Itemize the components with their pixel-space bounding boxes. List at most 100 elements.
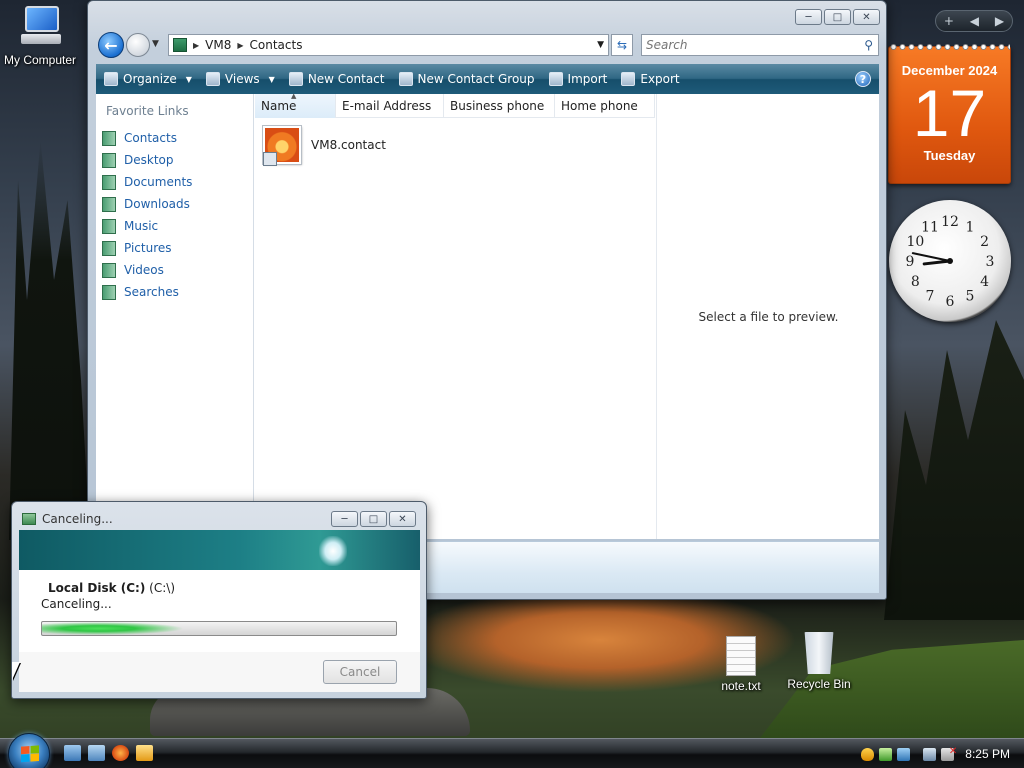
search-box[interactable]: ⚲ (641, 34, 879, 56)
address-dropdown-icon[interactable]: ▼ (597, 40, 604, 50)
start-button[interactable] (8, 733, 50, 768)
breadcrumb-separator-icon[interactable]: ▶ (237, 41, 243, 50)
desktop-icon-my-computer[interactable]: My Computer (0, 4, 80, 67)
close-button[interactable]: ✕ (389, 511, 416, 527)
favorite-link-label: Downloads (124, 197, 190, 211)
documents-folder-icon (102, 174, 116, 190)
media-player-icon[interactable] (136, 745, 153, 761)
export-button[interactable]: Export (621, 72, 680, 86)
clock-numeral: 7 (926, 289, 935, 305)
breadcrumb-vm8[interactable]: VM8 (205, 38, 231, 52)
network-icon[interactable] (923, 747, 937, 761)
downloads-folder-icon (102, 196, 116, 212)
clock-center-pin (947, 258, 953, 264)
clock-minute-hand (911, 252, 951, 262)
minimize-button[interactable]: ─ (331, 511, 358, 527)
command-bar: Organize ▼ Views ▼ New Contact New Conta… (96, 64, 879, 94)
calendar-day: 17 (912, 76, 987, 150)
address-bar[interactable]: ▶ VM8 ▶ Contacts ▼ (168, 34, 609, 56)
column-header-business-phone[interactable]: Business phone (444, 94, 555, 118)
export-label: Export (640, 72, 680, 86)
favorite-link-searches[interactable]: Searches (102, 281, 192, 303)
favorite-link-downloads[interactable]: Downloads (102, 193, 192, 215)
calendar-gadget[interactable]: December 2024 17 Tuesday (888, 41, 1011, 184)
clock-numeral: 5 (966, 289, 975, 305)
progress-bar (41, 621, 397, 636)
dialog-title: Canceling... (42, 512, 113, 526)
clock-numeral: 1 (966, 219, 975, 235)
favorite-link-label: Pictures (124, 241, 172, 255)
minimize-button[interactable]: ─ (795, 9, 822, 25)
column-header-name[interactable]: ▲ Name (255, 92, 336, 118)
favorite-link-pictures[interactable]: Pictures (102, 237, 192, 259)
column-headers: ▲ Name E-mail Address Business phone Hom… (255, 92, 655, 118)
copy-operation-icon (22, 513, 36, 525)
favorite-link-videos[interactable]: Videos (102, 259, 192, 281)
back-button[interactable]: ← (98, 32, 124, 58)
maximize-button[interactable]: □ (360, 511, 387, 527)
favorite-link-music[interactable]: Music (102, 215, 192, 237)
canceling-dialog: Canceling... ─ □ ✕ Local Disk (C:) (C:\)… (11, 501, 427, 699)
refresh-icon: ⇆ (616, 38, 628, 52)
quick-launch (64, 745, 153, 761)
cancel-button[interactable]: Cancel (323, 660, 397, 684)
explorer-content: Favorite Links Contacts Desktop Document… (96, 92, 879, 539)
clock-time[interactable]: 8:25 PM (965, 747, 1010, 761)
back-arrow-icon: ← (104, 35, 118, 55)
show-desktop-icon[interactable] (64, 745, 81, 761)
import-label: Import (567, 72, 608, 86)
desktop-icon-note-txt[interactable]: note.txt (713, 636, 769, 693)
favorite-links-list: Contacts Desktop Documents Downloads Mus… (102, 127, 192, 303)
contacts-folder-icon (102, 130, 116, 146)
views-menu[interactable]: Views ▼ (205, 72, 275, 86)
videos-folder-icon (102, 262, 116, 278)
maximize-button[interactable]: □ (824, 9, 851, 25)
network-activity-icon[interactable] (897, 747, 911, 761)
favorite-link-desktop[interactable]: Desktop (102, 149, 192, 171)
switch-windows-icon[interactable] (88, 745, 105, 761)
calendar-rings (889, 41, 1010, 53)
recycle-bin-icon (804, 632, 834, 674)
search-icon[interactable]: ⚲ (864, 38, 873, 52)
favorite-link-contacts[interactable]: Contacts (102, 127, 192, 149)
favorite-link-label: Documents (124, 175, 193, 189)
calendar-weekday: Tuesday (923, 148, 976, 163)
previous-icon[interactable]: ◀ (970, 14, 979, 28)
wallpaper-trees-right (884, 320, 1024, 620)
volume-muted-icon[interactable]: ✕ (941, 746, 957, 761)
organize-label: Organize (123, 72, 177, 86)
favorite-link-documents[interactable]: Documents (102, 171, 192, 193)
file-item[interactable]: VM8.contact (262, 125, 386, 166)
forward-button[interactable] (126, 33, 150, 57)
desktop-icon-recycle-bin[interactable]: Recycle Bin (784, 632, 854, 691)
update-icon[interactable] (879, 747, 893, 761)
preview-message: Select a file to preview. (698, 310, 839, 324)
firefox-icon[interactable] (112, 745, 129, 761)
next-icon[interactable]: ▶ (995, 14, 1004, 28)
dialog-title-bar[interactable]: Canceling... (22, 512, 113, 526)
breadcrumb-separator-icon[interactable]: ▶ (193, 41, 199, 50)
organize-menu[interactable]: Organize ▼ (104, 72, 192, 86)
chevron-down-icon: ▼ (185, 74, 192, 84)
favorite-link-label: Contacts (124, 131, 177, 145)
breadcrumb-contacts[interactable]: Contacts (250, 38, 303, 52)
clock-numeral: 8 (911, 274, 920, 290)
column-header-email[interactable]: E-mail Address (336, 94, 444, 118)
refresh-button[interactable]: ⇆ (611, 34, 633, 56)
add-gadget-icon[interactable]: + (944, 14, 954, 28)
dialog-banner (19, 530, 420, 570)
clock-numeral: 3 (986, 254, 995, 270)
clock-gadget[interactable]: 12 1 2 3 4 5 6 7 8 9 10 11 (889, 200, 1011, 322)
import-button[interactable]: Import (548, 72, 608, 86)
mouse-pointer-icon (12, 662, 20, 680)
new-contact-button[interactable]: New Contact (288, 72, 385, 86)
sort-ascending-icon: ▲ (291, 92, 297, 100)
search-input[interactable] (642, 38, 852, 52)
security-shield-icon[interactable] (861, 747, 875, 761)
help-icon[interactable]: ? (855, 71, 871, 87)
recent-pages-dropdown[interactable]: ▼ (152, 39, 159, 49)
new-contact-group-button[interactable]: New Contact Group (398, 72, 535, 86)
column-header-home-phone[interactable]: Home phone (555, 94, 655, 118)
dialog-caption-buttons: ─ □ ✕ (331, 511, 416, 527)
close-button[interactable]: ✕ (853, 9, 880, 25)
